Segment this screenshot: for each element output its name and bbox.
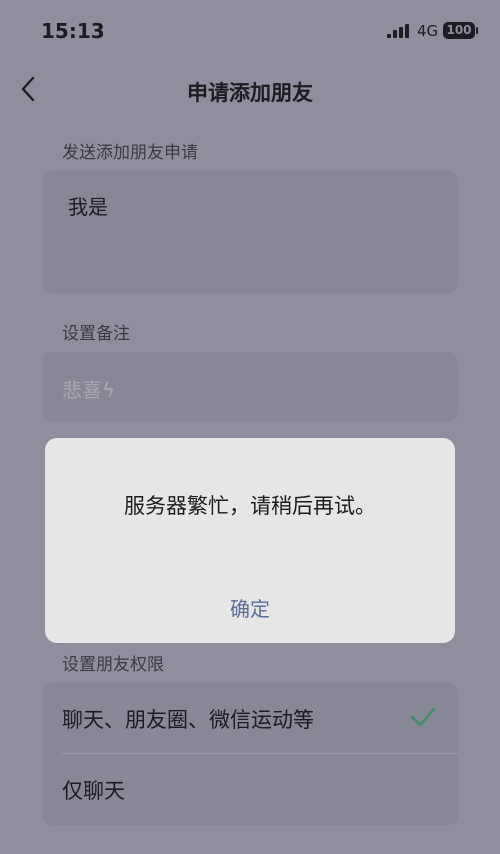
- dialog-message: 服务器繁忙，请稍后再试。: [124, 494, 376, 518]
- battery-level: 100: [443, 22, 475, 39]
- permission-option-label: 聊天、朋友圈、微信运动等: [62, 708, 314, 732]
- remark-section-label: 设置备注: [62, 324, 130, 344]
- permission-option-chat-only[interactable]: 仅聊天: [42, 754, 458, 824]
- checkmark-icon: [410, 707, 436, 727]
- permission-option-label: 仅聊天: [62, 779, 125, 803]
- remark-field[interactable]: 悲喜ϟ: [42, 352, 458, 422]
- nav-bar: 申请添加朋友: [0, 62, 500, 118]
- permission-option-all[interactable]: 聊天、朋友圈、微信运动等: [42, 683, 458, 754]
- permissions-section-label: 设置朋友权限: [62, 655, 164, 675]
- page-title: 申请添加朋友: [187, 81, 313, 105]
- confirm-button[interactable]: 确定: [200, 591, 300, 627]
- request-message-input[interactable]: 我是: [68, 191, 108, 220]
- network-type: 4G: [417, 22, 439, 40]
- permissions-list: 聊天、朋友圈、微信运动等 仅聊天: [42, 683, 458, 825]
- remark-input[interactable]: 悲喜ϟ: [62, 374, 115, 403]
- cellular-signal-icon: [387, 24, 409, 38]
- request-section-label: 发送添加朋友申请: [62, 143, 198, 163]
- battery-icon: [476, 27, 478, 34]
- alert-dialog: 服务器繁忙，请稍后再试。 确定: [45, 438, 455, 643]
- request-message-field[interactable]: 我是: [42, 171, 458, 293]
- status-time: 15:13: [41, 19, 105, 43]
- status-bar: 15:13 4G 100: [0, 0, 500, 62]
